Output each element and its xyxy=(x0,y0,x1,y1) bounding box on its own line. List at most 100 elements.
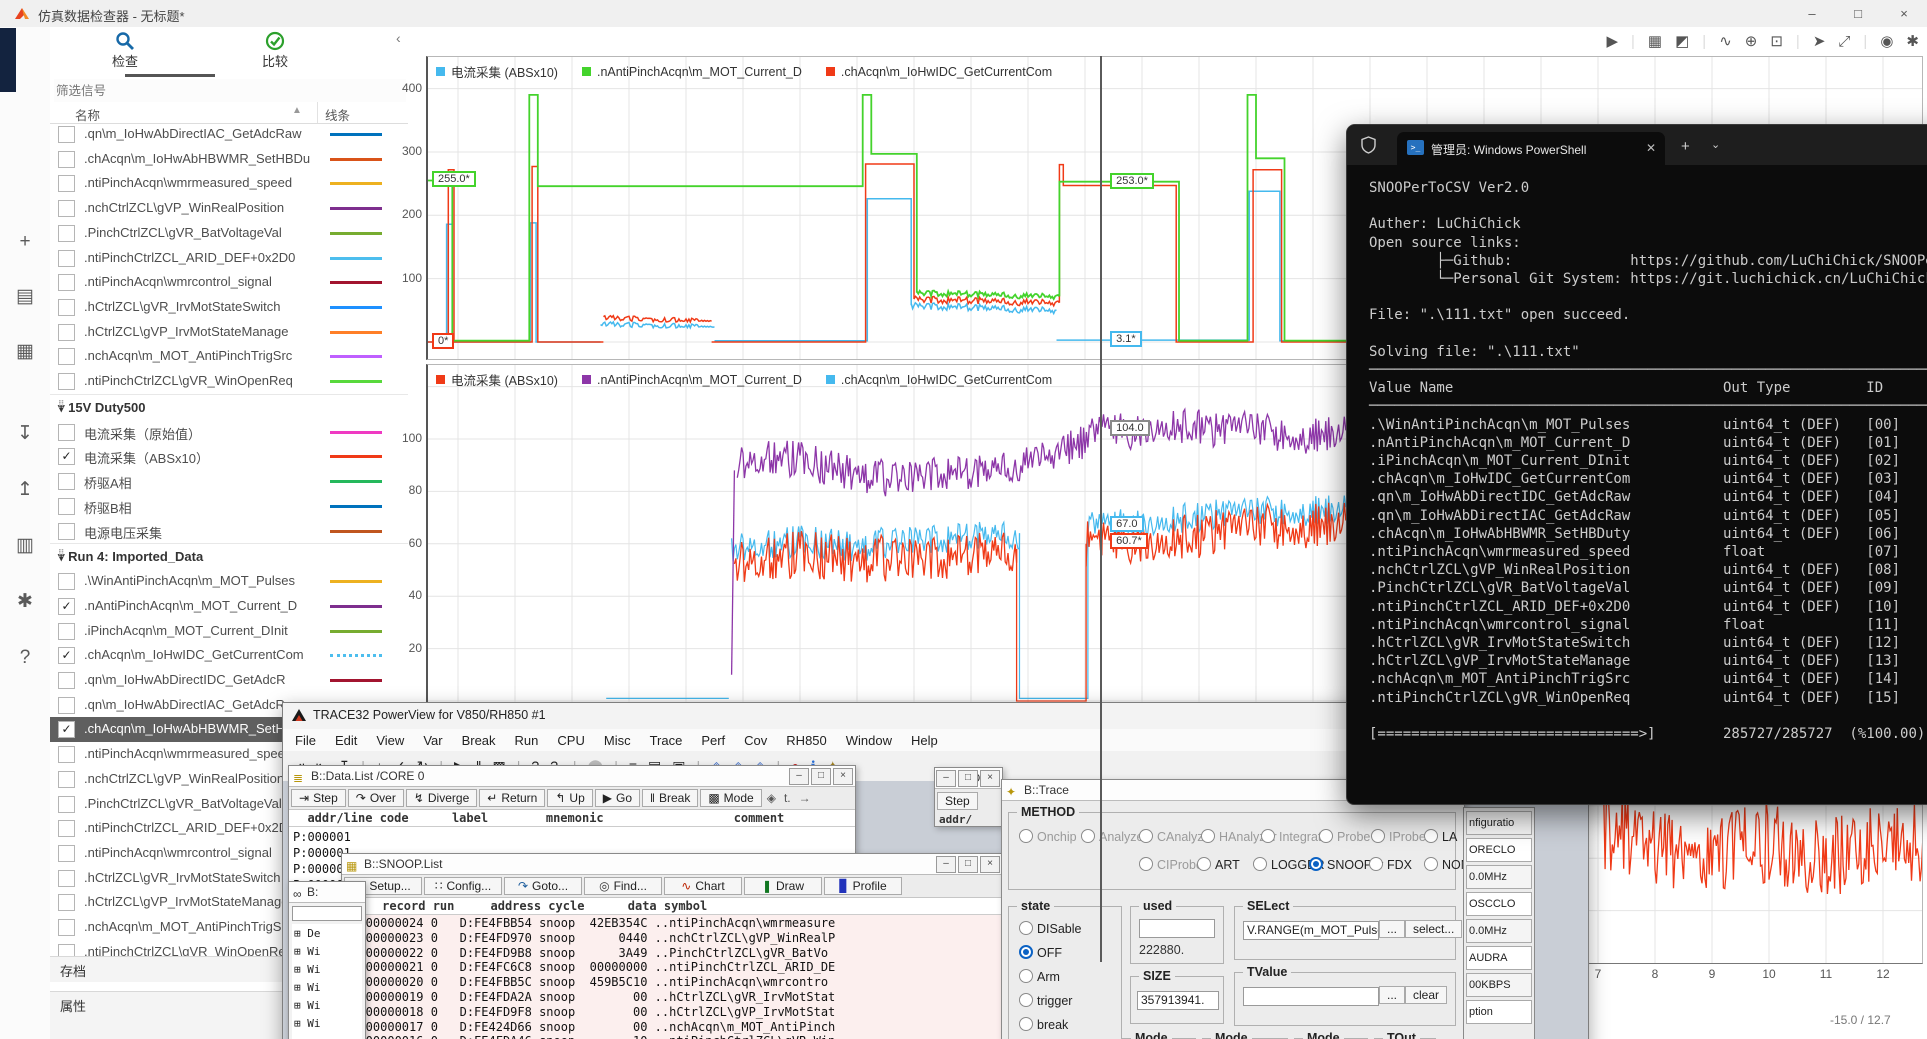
snoop-window[interactable]: ▦B::SNOOP.List–□×✎Setup...∷Config...↷Got… xyxy=(341,853,1003,1039)
up-button[interactable]: ↰Up xyxy=(547,789,592,807)
signal-row[interactable]: 电流采集（原始值） xyxy=(50,420,408,445)
tvalue-more-button[interactable]: ... xyxy=(1379,986,1405,1004)
menu-edit[interactable]: Edit xyxy=(335,733,357,748)
signal-row[interactable]: .nchCtrlZCL\gVP_WinRealPosition xyxy=(50,196,408,221)
signal-checkbox[interactable] xyxy=(58,348,75,365)
signal-checkbox[interactable] xyxy=(58,697,75,714)
signal-group-header[interactable]: ▾ Run 4: Imported_Data⁞⁞ xyxy=(50,543,408,570)
radio-analyzer[interactable]: Analyzer xyxy=(1081,829,1148,844)
signal-row[interactable]: .ntiPinchCtrlZCL\gVR_WinOpenReq xyxy=(50,369,408,394)
signal-row[interactable]: .ntiPinchCtrlZCL_ARID_DEF+0x2D0 xyxy=(50,246,408,271)
strip-item-1[interactable]: ORECLO xyxy=(1466,838,1532,862)
system-settings-strip[interactable]: nfiguratioORECLO0.0MHzOSCCLO0.0MHzAUDRA0… xyxy=(1463,807,1535,1039)
layout-grid-icon[interactable]: ▦ xyxy=(1648,32,1662,50)
signal-row[interactable]: 桥驱B相 xyxy=(50,494,408,519)
signal-checkbox[interactable] xyxy=(58,845,75,862)
drag-handle-icon[interactable]: ⁞⁞ xyxy=(58,399,63,411)
signal-row[interactable]: .ntiPinchAcqn\wmrmeasured_speed xyxy=(50,171,408,196)
collapse-sidebar-icon[interactable]: ‹ xyxy=(396,30,401,46)
signal-checkbox[interactable] xyxy=(58,424,75,441)
tab-compare[interactable]: 比较 xyxy=(210,31,340,77)
maximize-button[interactable]: □ xyxy=(958,856,978,873)
signal-row[interactable]: ✓.nAntiPinchAcqn\m_MOT_Current_D xyxy=(50,594,408,619)
signal-row[interactable]: .chAcqn\m_IoHwAbHBWMR_SetHBDu xyxy=(50,147,408,172)
radio-iprobe[interactable]: IProbe xyxy=(1371,829,1426,844)
return-button[interactable]: ↵Return xyxy=(479,789,545,807)
signal-row[interactable]: .hCtrlZCL\gVP_IrvMotStateManage xyxy=(50,320,408,345)
signal-checkbox[interactable] xyxy=(58,796,75,813)
break-button[interactable]: ‖Break xyxy=(642,789,698,807)
step-button[interactable]: Step xyxy=(937,792,978,810)
signal-checkbox[interactable] xyxy=(58,746,75,763)
data-fragment-window-titlebar[interactable]: ≣B::Data–□× xyxy=(935,768,1002,789)
signal-group-header[interactable]: ▾ 15V Duty500⁞⁞ xyxy=(50,394,408,421)
signal-style-icon[interactable]: ∿ xyxy=(1719,32,1732,50)
signal-checkbox[interactable] xyxy=(58,523,75,540)
signal-checkbox[interactable] xyxy=(58,623,75,640)
maximize-button[interactable]: □ xyxy=(811,768,831,785)
minimize-button[interactable]: – xyxy=(936,770,956,787)
add-icon[interactable]: + xyxy=(10,227,40,257)
legend-item[interactable]: .nAntiPinchAcqn\m_MOT_Current_D xyxy=(582,370,802,389)
diverge-button[interactable]: ↯Diverge xyxy=(406,789,477,807)
trace-config-window[interactable]: ✦B::Trace–□×METHODOnchipAnalyzerCAnalyze… xyxy=(1001,779,1465,1039)
menu-misc[interactable]: Misc xyxy=(604,733,631,748)
signal-row[interactable]: 电源电压采集 xyxy=(50,519,408,544)
signal-checkbox[interactable] xyxy=(58,919,75,936)
strip-item-3[interactable]: OSCCLO xyxy=(1466,892,1532,916)
radio-probe[interactable]: Probe xyxy=(1319,829,1370,844)
legend-item[interactable]: .chAcqn\m_IoHwIDC_GetCurrentCom xyxy=(826,62,1052,81)
select-more-button[interactable]: ... xyxy=(1379,920,1405,938)
tvalue-clear-button[interactable]: clear xyxy=(1405,986,1447,1004)
snapshot-icon[interactable]: ◉ xyxy=(1880,32,1893,50)
tab-dropdown-icon[interactable]: ⌄ xyxy=(1711,138,1720,151)
signal-row[interactable]: .hCtrlZCL\gVR_IrvMotStateSwitch xyxy=(50,295,408,320)
minimize-button[interactable]: – xyxy=(789,768,809,785)
sort-asc-icon[interactable]: ▲ xyxy=(292,105,302,116)
symbol-tree-items[interactable]: ⊞ De ⊞ Wi ⊞ Wi ⊞ Wi ⊞ Wi ⊞ Wi xyxy=(292,924,362,1039)
drag-handle-icon[interactable]: ⁞⁞ xyxy=(58,548,63,560)
step-button[interactable]: ⇥Step xyxy=(291,789,346,807)
signal-checkbox[interactable] xyxy=(58,126,75,143)
data-fragment-window[interactable]: ≣B::Data–□×Stepaddr/ xyxy=(934,767,1003,827)
signal-checkbox[interactable] xyxy=(58,225,75,242)
signal-row[interactable]: .PinchCtrlZCL\gVR_BatVoltageVal xyxy=(50,221,408,246)
menu-break[interactable]: Break xyxy=(462,733,496,748)
signal-checkbox[interactable]: ✓ xyxy=(58,448,75,465)
new-tab-button[interactable]: + xyxy=(1681,138,1690,155)
legend-item[interactable]: 电流采集 (ABSx10) xyxy=(436,62,558,81)
signal-checkbox[interactable]: ✓ xyxy=(58,721,75,738)
legend-item[interactable]: .nAntiPinchAcqn\m_MOT_Current_D xyxy=(582,62,802,81)
powershell-titlebar[interactable]: >_ 管理员: Windows PowerShell ✕ + ⌄ xyxy=(1347,125,1927,165)
fit-view-icon[interactable]: ⤢ xyxy=(1838,33,1850,50)
signal-checkbox[interactable] xyxy=(58,820,75,837)
report-icon[interactable]: ▥ xyxy=(10,531,40,561)
strip-item-2[interactable]: 0.0MHz xyxy=(1466,865,1532,889)
powershell-window[interactable]: >_ 管理员: Windows PowerShell ✕ + ⌄ SNOOPer… xyxy=(1346,124,1927,805)
select-expression-input[interactable]: V.RANGE(m_MOT_Pulses[0]) V.RAN xyxy=(1243,921,1379,940)
symbol-tree-window[interactable]: ∞B: ⊞ De ⊞ Wi ⊞ Wi ⊞ Wi ⊞ Wi ⊞ Wi xyxy=(288,881,366,1039)
signal-row[interactable]: .nchAcqn\m_MOT_AntiPinchTrigSrc xyxy=(50,344,408,369)
datalist-extra-icon[interactable]: ◈ xyxy=(764,789,779,807)
radio-arm[interactable]: Arm xyxy=(1019,969,1060,984)
strip-item-7[interactable]: ption xyxy=(1466,1000,1532,1024)
menu-help[interactable]: Help xyxy=(911,733,938,748)
close-button[interactable]: × xyxy=(1881,0,1927,27)
zoom-in-icon[interactable]: ⊕ xyxy=(1745,32,1758,50)
tab-close-icon[interactable]: ✕ xyxy=(1646,141,1656,155)
signal-checkbox[interactable] xyxy=(58,771,75,788)
used-input[interactable] xyxy=(1139,919,1215,938)
maximize-button[interactable]: □ xyxy=(958,770,978,787)
datalist-window-titlebar[interactable]: ≣B::Data.List /CORE 0–□× xyxy=(289,766,855,787)
data-cursor[interactable] xyxy=(1100,56,1102,962)
signal-row[interactable]: ✓.chAcqn\m_IoHwIDC_GetCurrentCom xyxy=(50,643,408,668)
menu-perf[interactable]: Perf xyxy=(701,733,725,748)
signal-checkbox[interactable] xyxy=(58,672,75,689)
legend-item[interactable]: 电流采集 (ABSx10) xyxy=(436,370,558,389)
radio-trigger[interactable]: trigger xyxy=(1019,993,1072,1008)
settings-gear-icon[interactable]: ✱ xyxy=(10,587,40,617)
symbol-tree-titlebar[interactable]: ∞B: xyxy=(289,882,365,903)
signal-checkbox[interactable]: ✓ xyxy=(58,598,75,615)
signal-checkbox[interactable] xyxy=(58,473,75,490)
save-icon[interactable]: ▦ xyxy=(10,337,40,367)
